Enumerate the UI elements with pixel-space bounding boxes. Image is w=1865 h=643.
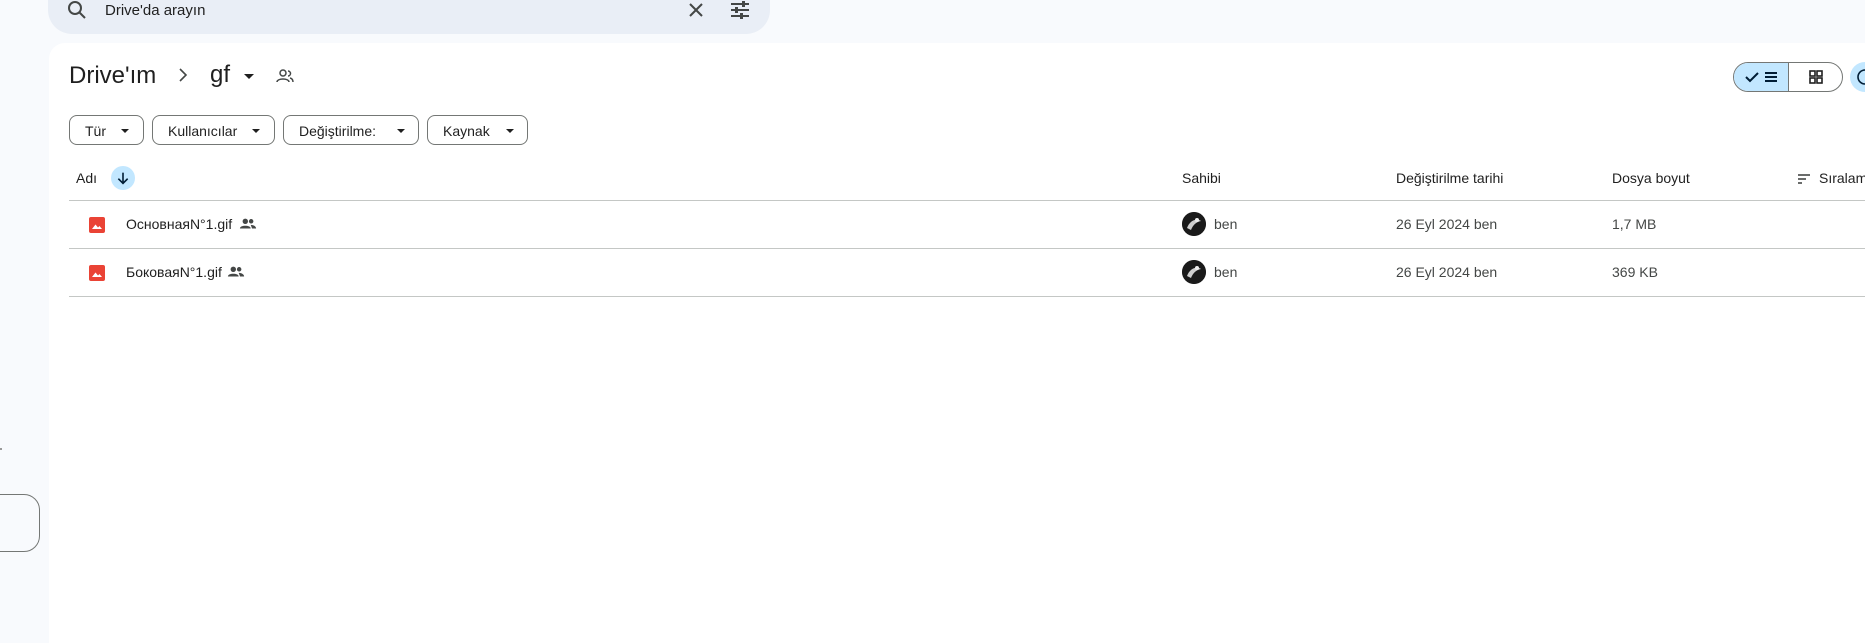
sort-direction-button[interactable] xyxy=(111,166,135,190)
tune-icon[interactable] xyxy=(728,0,752,22)
filter-people-label: Kullanıcılar xyxy=(168,123,238,139)
chevron-right-icon xyxy=(179,68,188,82)
filter-modified-chip[interactable]: Değiştirilme: xyxy=(283,115,419,145)
column-name-header[interactable]: Adı xyxy=(76,170,97,186)
file-modified: 26 Eyl 2024 ben xyxy=(1396,216,1498,232)
caret-down-icon xyxy=(121,129,129,133)
filter-modified-label: Değiştirilme: xyxy=(299,123,377,139)
image-file-icon xyxy=(89,265,105,281)
grid-view-button[interactable] xyxy=(1789,63,1842,91)
list-view-button[interactable] xyxy=(1734,63,1789,91)
people-icon[interactable] xyxy=(275,66,295,86)
column-size-header[interactable]: Dosya boyut xyxy=(1612,170,1690,186)
filter-source-label: Kaynak xyxy=(443,123,490,139)
sidebar-storage-button[interactable] xyxy=(0,494,40,552)
caret-down-icon[interactable] xyxy=(240,67,258,85)
table-header: Adı Sahibi Değiştirilme tarihi Dosya boy… xyxy=(69,156,1865,201)
people-icon xyxy=(227,266,245,277)
caret-down-icon xyxy=(397,129,405,133)
breadcrumb-root[interactable]: Drive'ım xyxy=(69,62,156,90)
list-icon xyxy=(1765,72,1777,82)
column-modified-header[interactable]: Değiştirilme tarihi xyxy=(1396,170,1503,186)
sort-options-label[interactable]: Sıralam xyxy=(1819,170,1865,186)
file-modified: 26 Eyl 2024 ben xyxy=(1396,264,1498,280)
details-button[interactable] xyxy=(1850,62,1865,92)
caret-down-icon xyxy=(252,129,260,133)
file-size: 1,7 MB xyxy=(1612,216,1657,232)
file-name[interactable]: ОсновнаяN°1.gif xyxy=(126,216,232,232)
search-icon[interactable] xyxy=(65,0,89,22)
sort-icon[interactable] xyxy=(1796,171,1812,187)
caret-down-icon xyxy=(506,129,514,133)
filter-type-chip[interactable]: Tür xyxy=(69,115,144,145)
filter-type-label: Tür xyxy=(85,123,106,139)
file-owner: ben xyxy=(1214,264,1238,280)
filter-source-chip[interactable]: Kaynak xyxy=(427,115,528,145)
search-input[interactable]: Drive'da arayın xyxy=(105,2,205,19)
table-row[interactable]: ОсновнаяN°1.gif ben 26 Eyl 2024 ben 1,7 … xyxy=(69,201,1865,249)
avatar xyxy=(1182,260,1206,284)
file-size: 369 KB xyxy=(1612,264,1658,280)
file-owner: ben xyxy=(1214,216,1238,232)
avatar xyxy=(1182,212,1206,236)
breadcrumb-current[interactable]: gf xyxy=(210,61,230,89)
people-icon xyxy=(239,218,257,229)
file-name[interactable]: БоковаяN°1.gif xyxy=(126,264,222,280)
main-panel: Drive'ım gf Tür Kullanıcılar Değiştirilm… xyxy=(49,43,1865,643)
view-toggle xyxy=(1733,62,1843,92)
grid-icon xyxy=(1809,70,1823,84)
table-row[interactable]: БоковаяN°1.gif ben 26 Eyl 2024 ben 369 K… xyxy=(69,249,1865,297)
sidebar-edge xyxy=(0,448,2,450)
info-icon xyxy=(1857,69,1865,85)
column-owner-header[interactable]: Sahibi xyxy=(1182,170,1221,186)
arrow-down-icon xyxy=(117,172,129,185)
filter-people-chip[interactable]: Kullanıcılar xyxy=(152,115,275,145)
close-icon[interactable] xyxy=(684,0,708,22)
check-icon xyxy=(1745,72,1759,83)
avatar-image xyxy=(1182,212,1206,236)
avatar-image xyxy=(1182,260,1206,284)
image-file-icon xyxy=(89,217,105,233)
search-bar[interactable]: Drive'da arayın xyxy=(48,0,770,34)
